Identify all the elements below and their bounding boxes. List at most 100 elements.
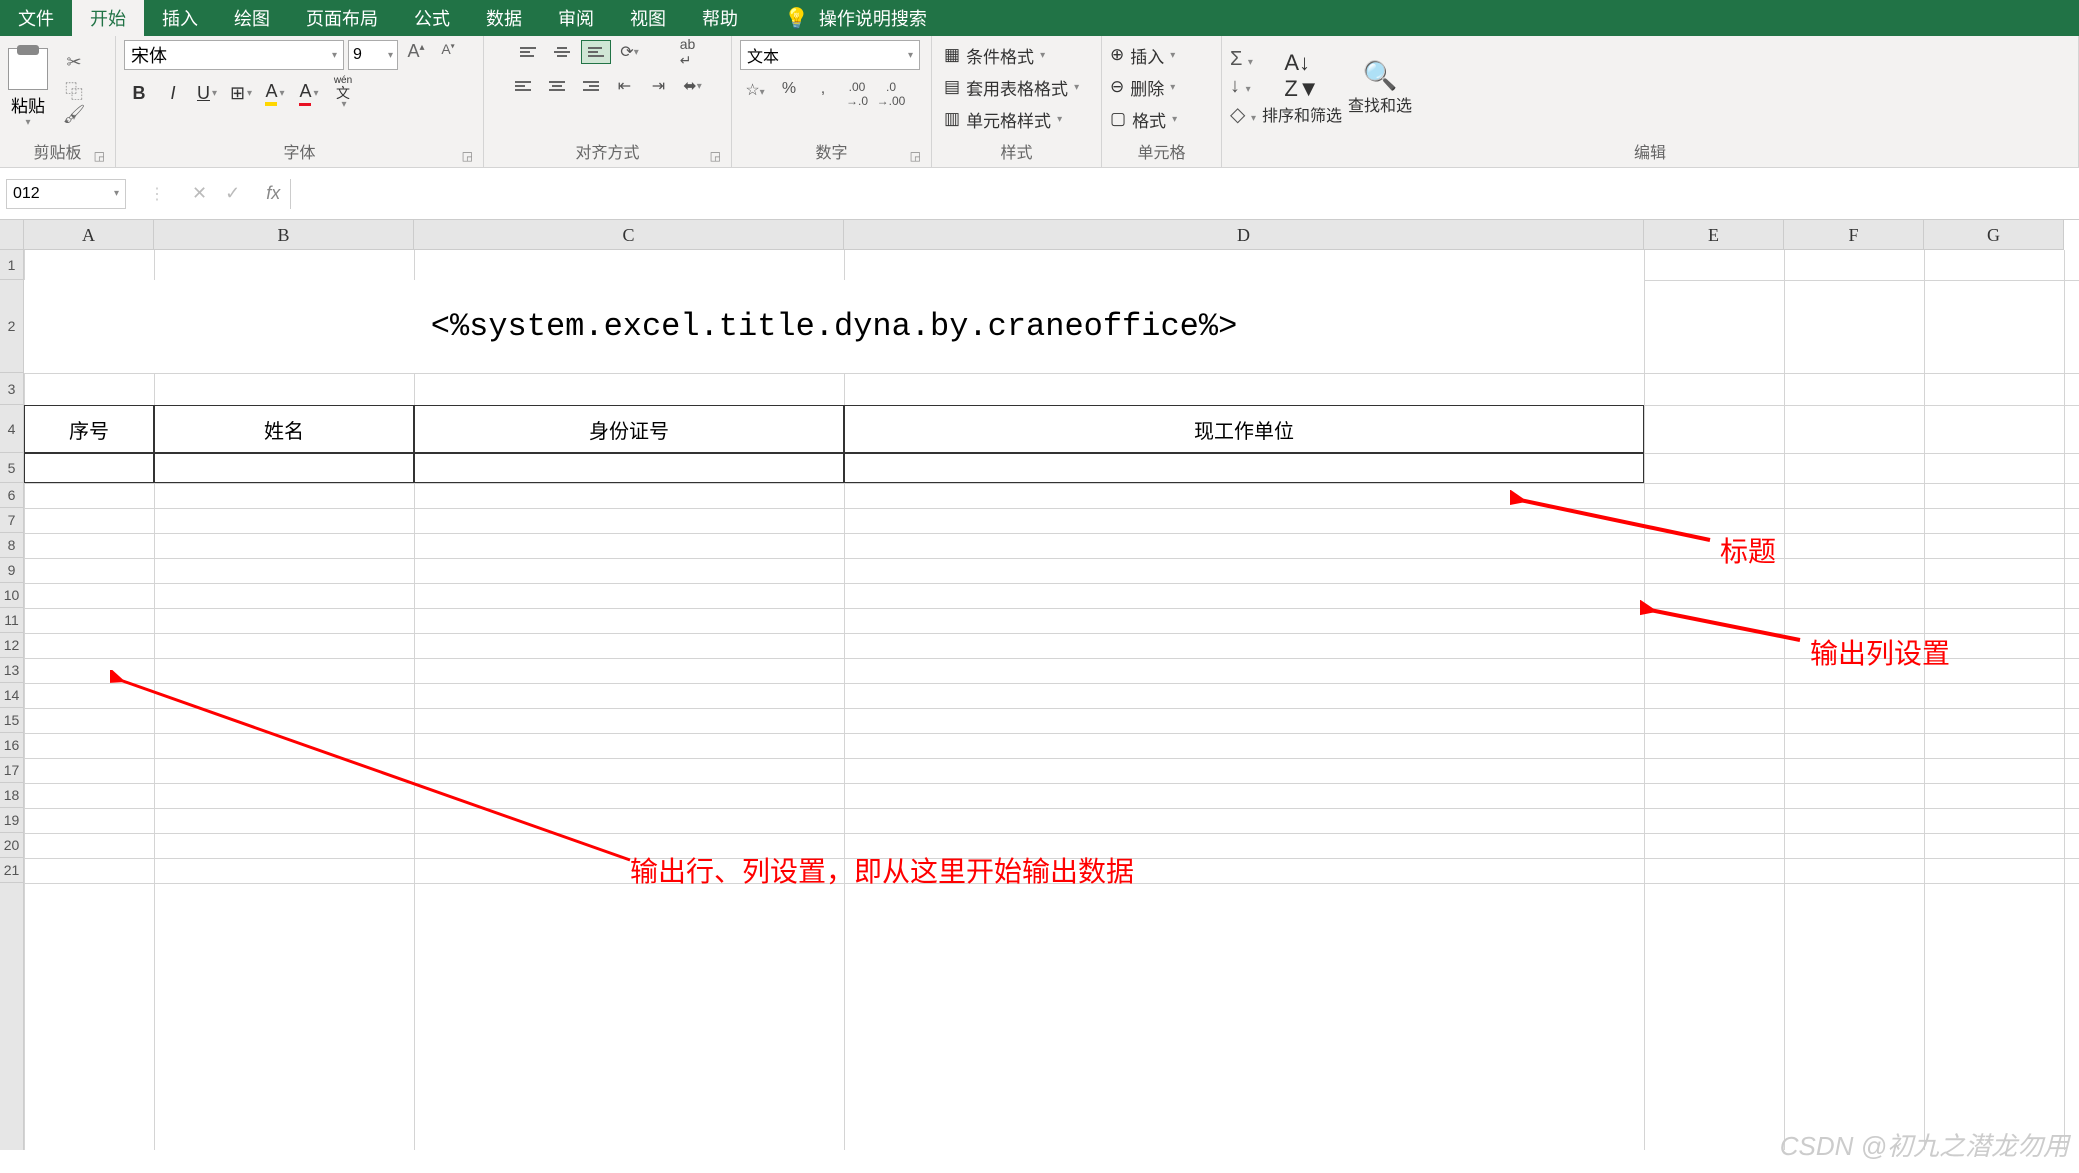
row-header[interactable]: 20 (0, 833, 23, 858)
cancel-button[interactable]: ✕ (192, 183, 207, 204)
select-all-corner[interactable] (0, 220, 24, 250)
row-header[interactable]: 15 (0, 708, 23, 733)
format-painter-button[interactable]: 🖌 (62, 104, 86, 124)
col-header-b[interactable]: B (154, 220, 414, 249)
orientation-button[interactable]: ⟳▾ (615, 40, 645, 64)
paste-button[interactable]: 粘贴 ▾ (8, 48, 48, 128)
header-name[interactable]: 姓名 (154, 405, 414, 453)
tab-file[interactable]: 文件 (0, 0, 72, 36)
tab-review[interactable]: 审阅 (540, 0, 612, 36)
data-cell[interactable] (154, 453, 414, 483)
header-unit[interactable]: 现工作单位 (844, 405, 1644, 453)
decrease-font-button[interactable]: A▾ (434, 41, 462, 69)
row-header[interactable]: 17 (0, 758, 23, 783)
row-header[interactable]: 7 (0, 508, 23, 533)
wrap-text-button[interactable]: ab↵ (673, 40, 703, 64)
launcher-icon[interactable]: ◲ (462, 149, 473, 163)
font-color-button[interactable]: A (294, 80, 324, 106)
increase-font-button[interactable]: A▴ (402, 41, 430, 69)
formula-input[interactable] (290, 179, 2079, 209)
row-header[interactable]: 21 (0, 858, 23, 883)
align-left-button[interactable] (508, 74, 538, 98)
row-header[interactable]: 18 (0, 783, 23, 808)
autosum-button[interactable]: Σ ▾ (1230, 48, 1256, 71)
accounting-button[interactable]: ☆▾ (740, 80, 770, 104)
phonetic-button[interactable]: wén文 (328, 80, 358, 106)
decrease-indent-button[interactable]: ⇤ (610, 74, 640, 98)
align-bottom-button[interactable] (581, 40, 611, 64)
launcher-icon[interactable]: ◲ (94, 149, 105, 163)
name-box[interactable]: 012▾ (6, 179, 126, 209)
launcher-icon[interactable]: ◲ (710, 149, 721, 163)
enter-button[interactable]: ✓ (225, 183, 240, 204)
font-size-select[interactable]: 9▾ (348, 40, 398, 70)
tab-view[interactable]: 视图 (612, 0, 684, 36)
percent-button[interactable]: % (774, 80, 804, 104)
find-select-button[interactable]: 🔍 查找和选 (1348, 59, 1412, 116)
row-header[interactable]: 10 (0, 583, 23, 608)
row-header[interactable]: 8 (0, 533, 23, 558)
format-cells-button[interactable]: ▢格式▾ (1110, 104, 1177, 134)
row-header[interactable]: 1 (0, 250, 23, 280)
increase-indent-button[interactable]: ⇥ (644, 74, 674, 98)
fill-button[interactable]: ↓ ▾ (1230, 75, 1256, 98)
fill-color-button[interactable]: A (260, 80, 290, 106)
cell-styles-button[interactable]: ▥单元格样式▾ (940, 104, 1066, 134)
col-header-g[interactable]: G (1924, 220, 2064, 249)
align-right-button[interactable] (576, 74, 606, 98)
copy-button[interactable]: ⿻ ▾ (62, 78, 86, 98)
align-center-button[interactable] (542, 74, 572, 98)
row-header[interactable]: 12 (0, 633, 23, 658)
sort-filter-button[interactable]: A↓Z▼ 排序和筛选 (1262, 50, 1342, 126)
tab-layout[interactable]: 页面布局 (288, 0, 396, 36)
increase-decimal-button[interactable]: .00→.0 (842, 80, 872, 104)
font-name-select[interactable]: 宋体▾ (124, 40, 344, 70)
data-cell[interactable] (414, 453, 844, 483)
row-header[interactable]: 19 (0, 808, 23, 833)
row-header[interactable]: 5 (0, 453, 23, 483)
conditional-format-button[interactable]: ▦条件格式▾ (940, 40, 1049, 70)
row-header[interactable]: 16 (0, 733, 23, 758)
bold-button[interactable]: B (124, 80, 154, 106)
decrease-decimal-button[interactable]: .0→.00 (876, 80, 906, 104)
cut-button[interactable]: ✂ (62, 52, 86, 72)
italic-button[interactable]: I (158, 80, 188, 106)
tab-data[interactable]: 数据 (468, 0, 540, 36)
header-seq[interactable]: 序号 (24, 405, 154, 453)
tab-help[interactable]: 帮助 (684, 0, 756, 36)
table-format-button[interactable]: ▤套用表格格式▾ (940, 72, 1083, 102)
align-middle-button[interactable] (547, 40, 577, 64)
row-header[interactable]: 9 (0, 558, 23, 583)
data-cell[interactable] (24, 453, 154, 483)
header-id[interactable]: 身份证号 (414, 405, 844, 453)
col-header-a[interactable]: A (24, 220, 154, 249)
number-format-select[interactable]: 文本▾ (740, 40, 920, 70)
title-cell[interactable]: <%system.excel.title.dyna.by.craneoffice… (24, 280, 1644, 373)
tab-home[interactable]: 开始 (72, 0, 144, 36)
row-header[interactable]: 2 (0, 280, 23, 373)
launcher-icon[interactable]: ◲ (910, 149, 921, 163)
tell-me[interactable]: 💡 操作说明搜索 (756, 0, 945, 36)
insert-cells-button[interactable]: ⊕插入▾ (1110, 40, 1175, 70)
align-top-button[interactable] (513, 40, 543, 64)
row-header[interactable]: 4 (0, 405, 23, 453)
merge-button[interactable]: ⬌▾ (678, 74, 708, 98)
col-header-d[interactable]: D (844, 220, 1644, 249)
row-header[interactable]: 14 (0, 683, 23, 708)
tab-insert[interactable]: 插入 (144, 0, 216, 36)
row-header[interactable]: 3 (0, 373, 23, 405)
data-cell[interactable] (844, 453, 1644, 483)
row-header[interactable]: 11 (0, 608, 23, 633)
underline-button[interactable]: U (192, 80, 222, 106)
clear-button[interactable]: ◇ ▾ (1230, 102, 1256, 127)
comma-button[interactable]: , (808, 80, 838, 104)
col-header-c[interactable]: C (414, 220, 844, 249)
tab-draw[interactable]: 绘图 (216, 0, 288, 36)
col-header-e[interactable]: E (1644, 220, 1784, 249)
fx-button[interactable]: fx (266, 183, 280, 204)
border-button[interactable]: ⊞ (226, 80, 256, 106)
row-header[interactable]: 13 (0, 658, 23, 683)
col-header-f[interactable]: F (1784, 220, 1924, 249)
delete-cells-button[interactable]: ⊖删除▾ (1110, 72, 1175, 102)
row-header[interactable]: 6 (0, 483, 23, 508)
